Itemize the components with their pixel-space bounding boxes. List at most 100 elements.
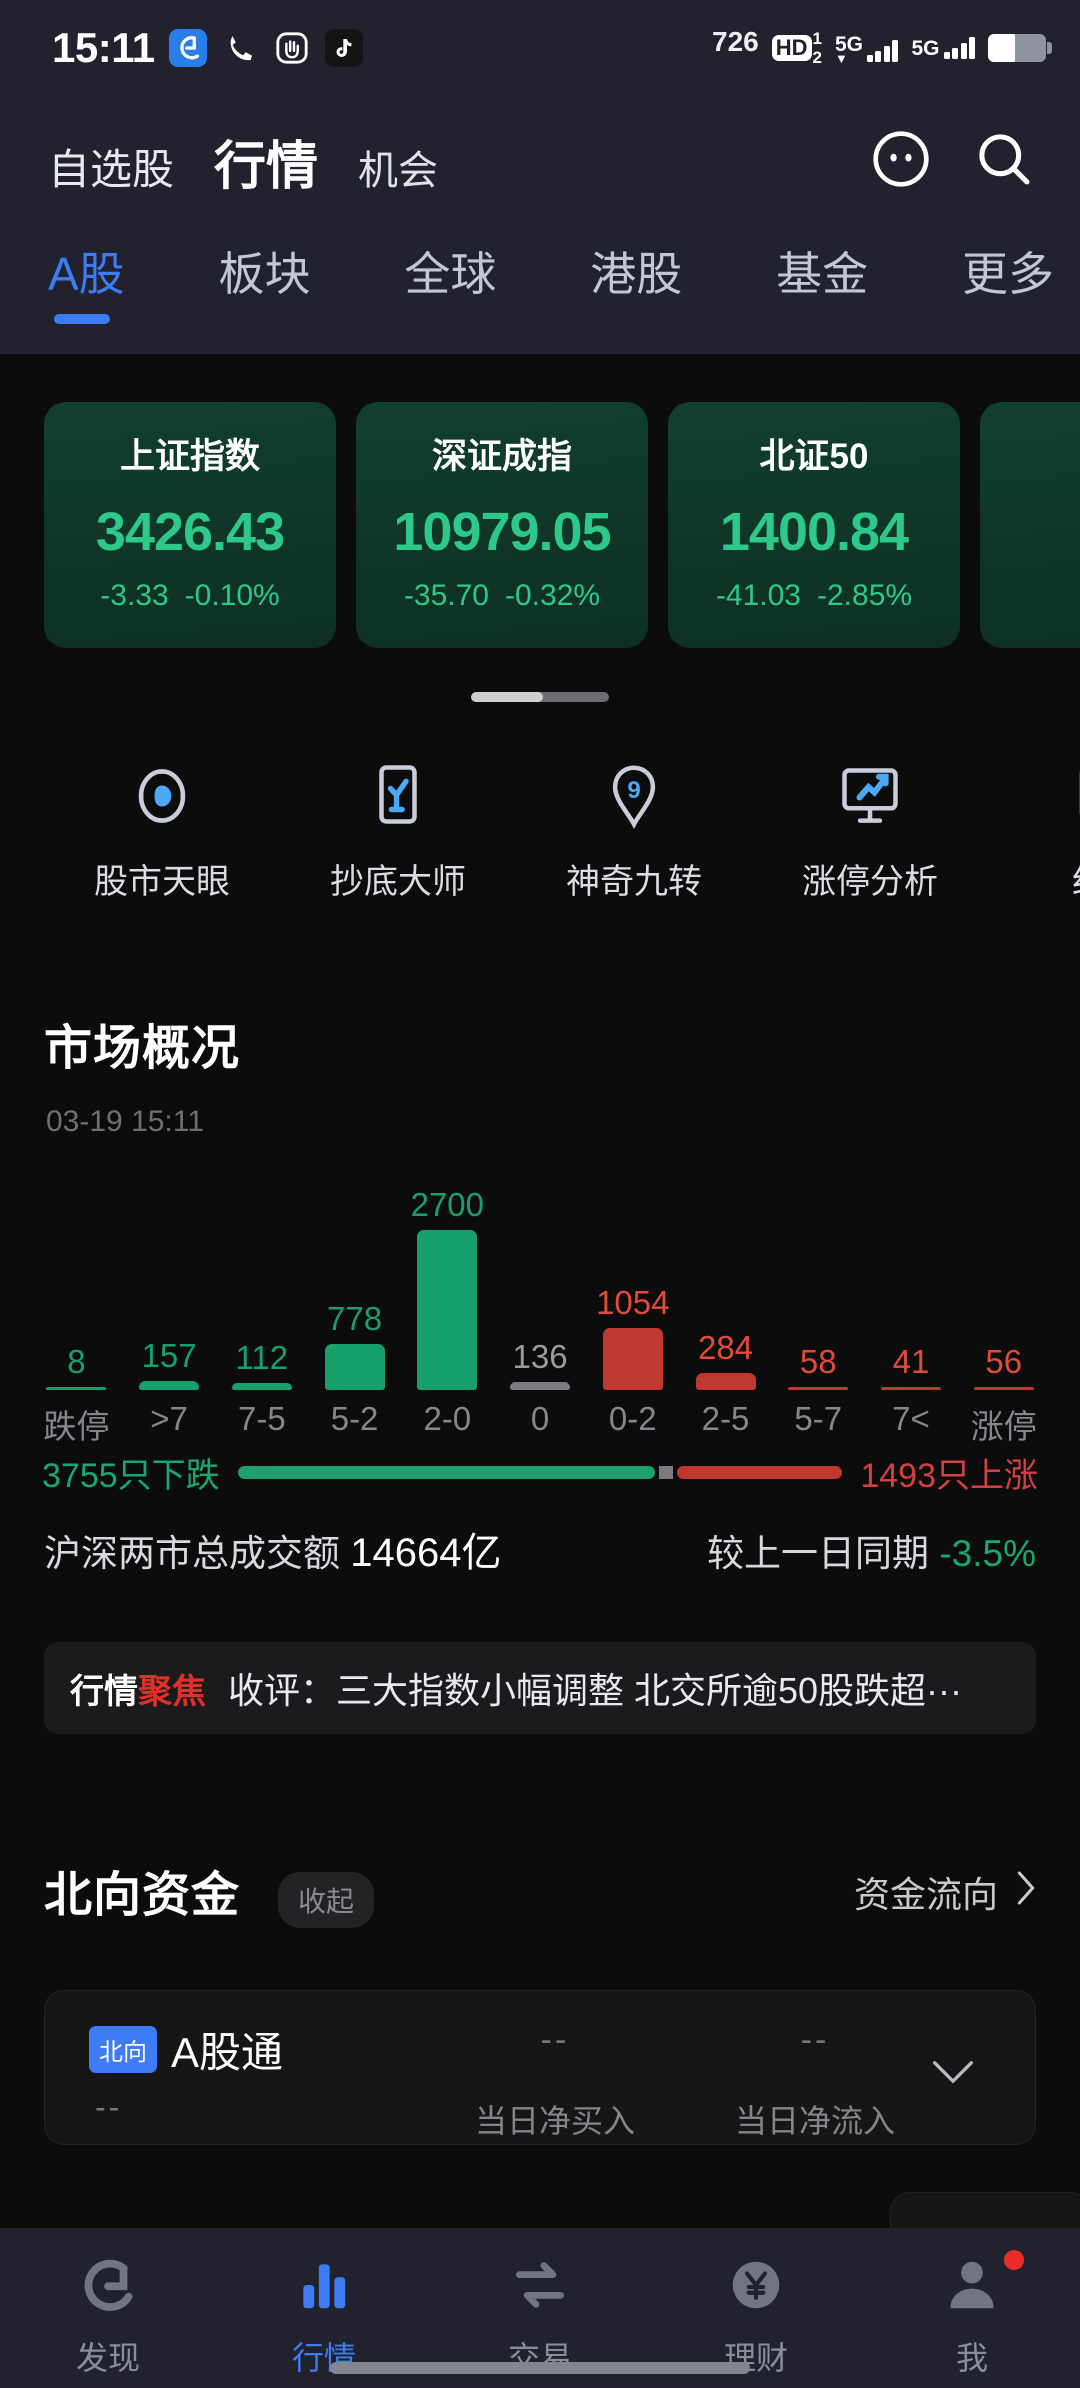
decliners-bar — [237, 1466, 655, 1479]
chart-bar — [510, 1382, 571, 1390]
header-tab-watchlist[interactable]: 自选股 — [48, 136, 174, 197]
person-icon — [941, 2254, 1003, 2321]
northbound-collapse-button[interactable]: 收起 — [278, 1872, 375, 1928]
chart-x-label: 跌停 — [43, 1408, 110, 1445]
index-card[interactable]: 上证指数 3426.43 -3.33 -0.10% — [44, 402, 336, 648]
chart-x-label: 0 — [530, 1400, 550, 1437]
distribution-bar-chart: 8 157 112 778 2700 136 1054 284 58 41 56 跌停 >7 7-5 5-… — [0, 1180, 1080, 1445]
index-percent: -0.10% — [184, 579, 280, 612]
category-tabs: A股 板块 全球 港股 基金 更多 — [0, 226, 1080, 354]
battery-icon — [988, 34, 1052, 62]
chart-x-labels: 跌停 >7 7-5 5-2 2-0 0 0-2 2-5 5-7 7< 涨停 — [0, 1400, 1080, 1448]
nav-item-discover[interactable]: 发现 — [0, 2254, 216, 2379]
northbound-card-header: 北向 A股通 — [89, 2019, 283, 2080]
net-inflow-label: 当日净流入 — [735, 2103, 896, 2139]
chart-bar-value: 2700 — [410, 1186, 485, 1223]
chart-x-label: >7 — [150, 1400, 188, 1437]
chart-bar-value: 1054 — [596, 1284, 670, 1321]
pin-nine-icon: 9 — [598, 760, 670, 832]
tab-funds[interactable]: 基金 — [776, 238, 868, 324]
tab-sectors[interactable]: 板块 — [219, 238, 311, 324]
header-tabs: 自选股 行情 机会 — [48, 124, 868, 199]
net-buy-value: -- — [540, 2021, 570, 2059]
quick-action-limit-up-analysis[interactable]: 涨停分析 — [752, 760, 988, 903]
news-headline[interactable]: 收评：三大指数小幅调整 北交所逾50股跌超··· — [228, 1662, 962, 1714]
app-root: 15:11 726 HD 1 2 5G ▼ 5G 自选股 行情 机会 A股 板块… — [0, 0, 1080, 2388]
carousel-scroll-indicator[interactable] — [471, 692, 609, 702]
emoji-face-icon[interactable] — [868, 126, 934, 197]
nav-label: 我 — [955, 2340, 988, 2376]
chart-bar-column: 157 — [123, 1180, 216, 1390]
sim-numbers: 1 2 — [813, 30, 822, 66]
index-name: 上证指数 — [119, 437, 260, 476]
search-icon[interactable] — [972, 127, 1036, 196]
chart-bar — [602, 1328, 663, 1390]
index-cards-carousel[interactable]: 上证指数 3426.43 -3.33 -0.10% 深证成指 10979.05 … — [0, 354, 1080, 674]
notification-badge — [1004, 2250, 1024, 2270]
index-change: -3.33 — [100, 579, 169, 612]
chevron-down-icon[interactable] — [931, 2057, 975, 2092]
fund-flow-label: 资金流向 — [853, 1874, 998, 1915]
chart-x-label: 2-5 — [701, 1400, 750, 1437]
quick-action-label: 股市天眼 — [94, 863, 230, 901]
index-percent: -2.85% — [817, 579, 913, 612]
chart-bar — [324, 1344, 385, 1390]
exchange-arrows-icon — [509, 2254, 571, 2321]
header-tab-quotes[interactable]: 行情 — [214, 124, 318, 199]
quick-actions-row: 股市天眼 抄底大师 9 神奇九转 涨停分析 — [0, 760, 1080, 903]
turnover-block: 沪深两市总成交额 14664亿 — [44, 1520, 502, 1578]
quick-action-label: 神奇九转 — [566, 863, 702, 901]
ratio-divider — [658, 1466, 673, 1479]
status-bar: 15:11 726 HD 1 2 5G ▼ 5G — [0, 0, 1080, 96]
chart-bar-column: 136 — [494, 1180, 587, 1390]
index-card-partial[interactable] — [980, 402, 1080, 648]
hd-label: HD — [771, 35, 812, 61]
monitor-arrow-icon — [834, 760, 906, 832]
turnover-value: 14664亿 — [350, 1531, 502, 1575]
quick-action-bottom-fishing[interactable]: 抄底大师 — [280, 760, 516, 903]
signal-1: 5G ▼ — [835, 34, 899, 64]
nav-item-quotes[interactable]: 行情 — [216, 2254, 432, 2379]
chart-bar — [695, 1373, 756, 1390]
up-arrow-box-icon — [1070, 760, 1080, 832]
status-time: 15:11 — [52, 24, 155, 71]
yuan-circle-icon — [725, 2254, 787, 2321]
header-tab-opportunities[interactable]: 机会 — [358, 138, 438, 196]
signal-2: 5G — [911, 37, 975, 59]
chart-x-label: 2-0 — [423, 1400, 472, 1437]
quick-action-stock-eye[interactable]: 股市天眼 — [44, 760, 280, 903]
index-card[interactable]: 北证50 1400.84 -41.03 -2.85% — [668, 402, 960, 648]
index-value: 1400.84 — [719, 502, 909, 562]
northbound-card[interactable]: 北向 A股通 -- -- 当日净买入 -- 当日净流入 — [44, 1990, 1036, 2145]
finance-app-icon — [168, 29, 207, 67]
turnover-row: 沪深两市总成交额 14664亿 较上一日同期 -3.5% — [0, 1520, 1080, 1578]
nav-item-trade[interactable]: 交易 — [432, 2254, 648, 2379]
quick-action-red-green[interactable]: 红绿 — [988, 760, 1080, 903]
fund-flow-link[interactable]: 资金流向 — [854, 1866, 1040, 1918]
nav-item-profile[interactable]: 我 — [864, 2250, 1080, 2379]
tab-global[interactable]: 全球 — [404, 238, 496, 324]
signal-bars-2 — [943, 37, 975, 59]
chart-x-label: 7-5 — [237, 1400, 286, 1437]
index-name: 北证50 — [759, 437, 869, 476]
quick-action-magic-nine[interactable]: 9 神奇九转 — [516, 760, 752, 903]
chart-bar — [788, 1387, 849, 1390]
phone-check-icon — [362, 760, 434, 832]
header-icons — [868, 126, 1036, 197]
chart-bar-value: 58 — [799, 1343, 837, 1380]
network-label-2: 5G — [911, 37, 940, 60]
nav-item-wealth[interactable]: 理财 — [648, 2254, 864, 2379]
news-banner[interactable]: 行情聚焦 收评：三大指数小幅调整 北交所逾50股跌超··· — [44, 1642, 1036, 1734]
turnover-label: 沪深两市总成交额 — [44, 1533, 340, 1574]
chart-bar — [973, 1387, 1034, 1390]
advance-decline-ratio: 3755只下跌 1493只上涨 — [0, 1448, 1080, 1497]
chart-x-label: 5-7 — [794, 1400, 843, 1437]
index-card[interactable]: 深证成指 10979.05 -35.70 -0.32% — [356, 402, 648, 648]
tab-hk-stocks[interactable]: 港股 — [590, 238, 682, 324]
chart-bar-column: 56 — [957, 1180, 1050, 1390]
chevron-right-icon — [1012, 1868, 1040, 1917]
tab-more[interactable]: 更多 — [962, 238, 1054, 324]
chart-bar-value: 136 — [512, 1338, 568, 1375]
tab-a-shares[interactable]: A股 — [48, 238, 125, 324]
northbound-col-net-inflow: -- 当日净流入 — [735, 2021, 895, 2142]
